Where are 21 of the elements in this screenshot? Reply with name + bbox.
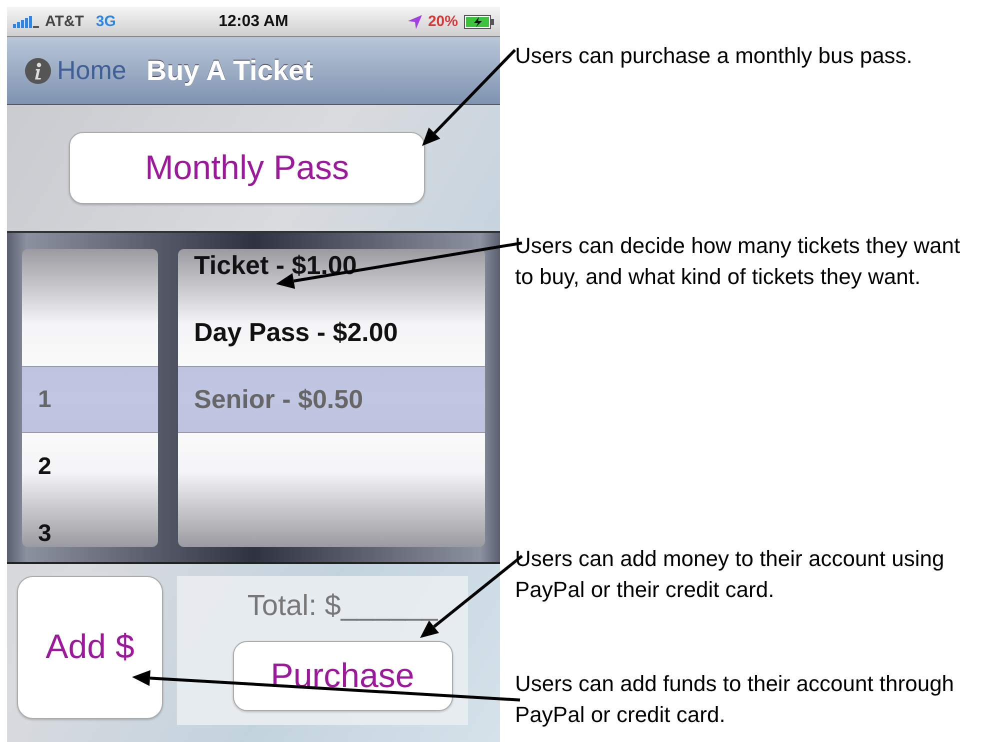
picker-option[interactable]: 3 [22,500,158,547]
purchase-button[interactable]: Purchase [232,641,452,711]
screen-title: Buy A Ticket [146,54,314,86]
picker-option[interactable]: Day Pass - $2.00 [178,299,485,366]
total-label: Total: $______ [246,590,438,623]
annotation-text: Users can decide how many tickets they want to buy, and what kind of tickets they want. [515,232,962,291]
location-arrow-icon [408,14,422,28]
carrier-label: AT&T [45,13,84,30]
monthly-pass-button[interactable]: Monthly Pass [69,132,425,204]
picker-option[interactable]: 2 [22,433,158,500]
annotation-text: Users can purchase a monthly bus pass. [515,42,914,70]
battery-percent: 20% [428,13,458,30]
annotation-text: Users can add money to their account using PayPal or their credit card. [515,545,946,604]
clock-time: 12:03 AM [218,12,288,30]
annotation-text: Users can add funds to their account through PayPal or credit card. [515,670,956,729]
info-icon [25,58,51,84]
quantity-wheel[interactable]: 1 2 3 [22,249,158,547]
battery-charging-icon [464,14,494,28]
signal-icon [13,16,39,28]
network-label: 3G [96,13,116,30]
add-funds-button[interactable]: Add $ [17,576,163,719]
